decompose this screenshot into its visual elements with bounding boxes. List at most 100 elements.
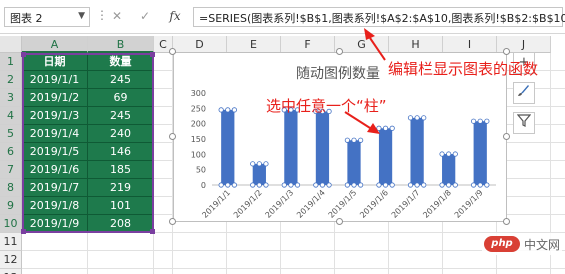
enter-icon[interactable]: ✓ — [136, 7, 154, 25]
filter-icon[interactable] — [513, 112, 535, 134]
bar-selection-handle — [344, 182, 350, 188]
column-header-i[interactable]: I — [443, 36, 497, 53]
table-cell[interactable]: 2019/1/5 — [22, 143, 88, 161]
bar-selection-handle — [382, 125, 389, 131]
bar-selection-handle — [452, 151, 458, 157]
formula-input[interactable]: =SERIES(图表系列!$B$1,图表系列!$A$2:$A$10,图表系列!$… — [193, 7, 565, 27]
bar-selection-handle — [421, 182, 427, 188]
table-cell[interactable]: 146 — [88, 143, 154, 161]
bar[interactable] — [284, 109, 298, 185]
table-cell[interactable]: 2019/1/9 — [22, 215, 88, 233]
x-tick-label: 2019/1/3 — [264, 188, 296, 220]
y-tick-label: 250 — [191, 104, 206, 113]
row-header-9[interactable]: 9 — [0, 197, 22, 215]
table-cell[interactable]: 2019/1/2 — [22, 89, 88, 107]
bar-selection-handle — [263, 161, 269, 167]
brush-icon[interactable] — [513, 82, 535, 104]
chart-resize-handle[interactable] — [503, 48, 510, 55]
row-header-2[interactable]: 2 — [0, 71, 22, 89]
row-header-7[interactable]: 7 — [0, 161, 22, 179]
bar-selection-handle — [484, 118, 490, 124]
bar-selection-handle — [470, 182, 477, 188]
row-header-1[interactable]: 1 — [0, 53, 22, 71]
column-header-h[interactable]: H — [389, 36, 443, 53]
bar-selection-handle — [414, 115, 420, 121]
row-header-12[interactable]: 12 — [0, 251, 22, 269]
table-cell[interactable]: 245 — [88, 71, 154, 89]
name-box[interactable]: 图表 2 ▼ — [4, 7, 90, 27]
row-header-3[interactable]: 3 — [0, 89, 22, 107]
chart-title[interactable]: 随动图例数量 — [296, 63, 380, 83]
bar-selection-handle — [477, 118, 483, 124]
x-tick-label: 2019/1/6 — [358, 188, 390, 220]
chevron-down-icon[interactable]: ▼ — [78, 11, 85, 21]
column-header-b[interactable]: B — [88, 36, 154, 53]
table-cell[interactable]: 219 — [88, 179, 154, 197]
x-tick-label: 2019/1/5 — [327, 188, 359, 220]
bar[interactable] — [410, 117, 424, 185]
bar-selection-handle — [439, 151, 445, 157]
table-cell[interactable]: 2019/1/6 — [22, 161, 88, 179]
insert-function-button[interactable]: fx — [166, 7, 184, 25]
bar-selection-handle — [231, 107, 238, 113]
formula-bar: 图表 2 ▼ ⋮ ✕ ✓ fx =SERIES(图表系列!$B$1,图表系列!$… — [0, 0, 565, 34]
chart-resize-handle[interactable] — [169, 48, 176, 55]
row-header-5[interactable]: 5 — [0, 125, 22, 143]
table-cell[interactable]: 2019/1/3 — [22, 107, 88, 125]
bar[interactable] — [252, 163, 266, 185]
bar[interactable] — [473, 121, 487, 185]
bar[interactable] — [347, 140, 361, 185]
chart-resize-handle[interactable] — [503, 218, 510, 225]
row-header-13[interactable]: 13 — [0, 269, 22, 274]
row-header-8[interactable]: 8 — [0, 179, 22, 197]
table-cell[interactable]: 208 — [88, 215, 154, 233]
bar-selection-handle — [250, 182, 256, 188]
bar[interactable] — [378, 128, 393, 185]
gridline — [22, 268, 565, 269]
table-cell[interactable]: 2019/1/8 — [22, 197, 88, 215]
chart-resize-handle[interactable] — [503, 133, 510, 140]
bar[interactable] — [221, 109, 235, 185]
bar-selection-handle — [407, 115, 414, 121]
bar-selection-handle — [446, 182, 452, 188]
table-cell[interactable]: 2019/1/7 — [22, 179, 88, 197]
y-tick-label: 50 — [196, 166, 206, 175]
bar[interactable] — [315, 111, 330, 185]
x-tick-label: 2019/1/9 — [453, 188, 485, 220]
y-tick-label: 150 — [191, 135, 206, 144]
chart-resize-handle[interactable] — [336, 218, 343, 225]
table-cell[interactable]: 245 — [88, 107, 154, 125]
table-cell[interactable]: 101 — [88, 197, 154, 215]
column-header-f[interactable]: F — [281, 36, 335, 53]
select-all-corner[interactable] — [0, 36, 22, 53]
row-header-10[interactable]: 10 — [0, 215, 22, 233]
table-header-cell[interactable]: 日期 — [22, 53, 88, 71]
table-cell[interactable]: 240 — [88, 125, 154, 143]
column-header-g[interactable]: G — [335, 36, 389, 53]
row-header-6[interactable]: 6 — [0, 143, 22, 161]
php-logo: php — [484, 236, 520, 252]
bar[interactable] — [442, 154, 456, 185]
column-header-e[interactable]: E — [227, 36, 281, 53]
row-header-4[interactable]: 4 — [0, 107, 22, 125]
chart-resize-handle[interactable] — [336, 48, 343, 55]
x-tick-label: 2019/1/4 — [295, 188, 327, 220]
table-cell[interactable]: 185 — [88, 161, 154, 179]
table-cell[interactable]: 69 — [88, 89, 154, 107]
table-cell[interactable]: 2019/1/1 — [22, 71, 88, 89]
bar-selection-handle — [351, 182, 357, 188]
bar-selection-handle — [376, 125, 382, 131]
chart-resize-handle[interactable] — [169, 218, 176, 225]
table-cell[interactable]: 2019/1/4 — [22, 125, 88, 143]
bar-selection-handle — [439, 182, 445, 188]
column-header-d[interactable]: D — [173, 36, 227, 53]
bar-selection-handle — [351, 137, 357, 143]
bar-selection-handle — [313, 182, 319, 188]
row-header-11[interactable]: 11 — [0, 233, 22, 251]
table-header-cell[interactable]: 数量 — [88, 53, 154, 71]
select-bar-annotation: 选中任意一个“柱” — [266, 97, 387, 115]
chart-resize-handle[interactable] — [169, 133, 176, 140]
y-tick-label: 0 — [201, 181, 206, 190]
column-header-a[interactable]: A — [22, 36, 88, 53]
cancel-icon[interactable]: ✕ — [108, 7, 126, 25]
